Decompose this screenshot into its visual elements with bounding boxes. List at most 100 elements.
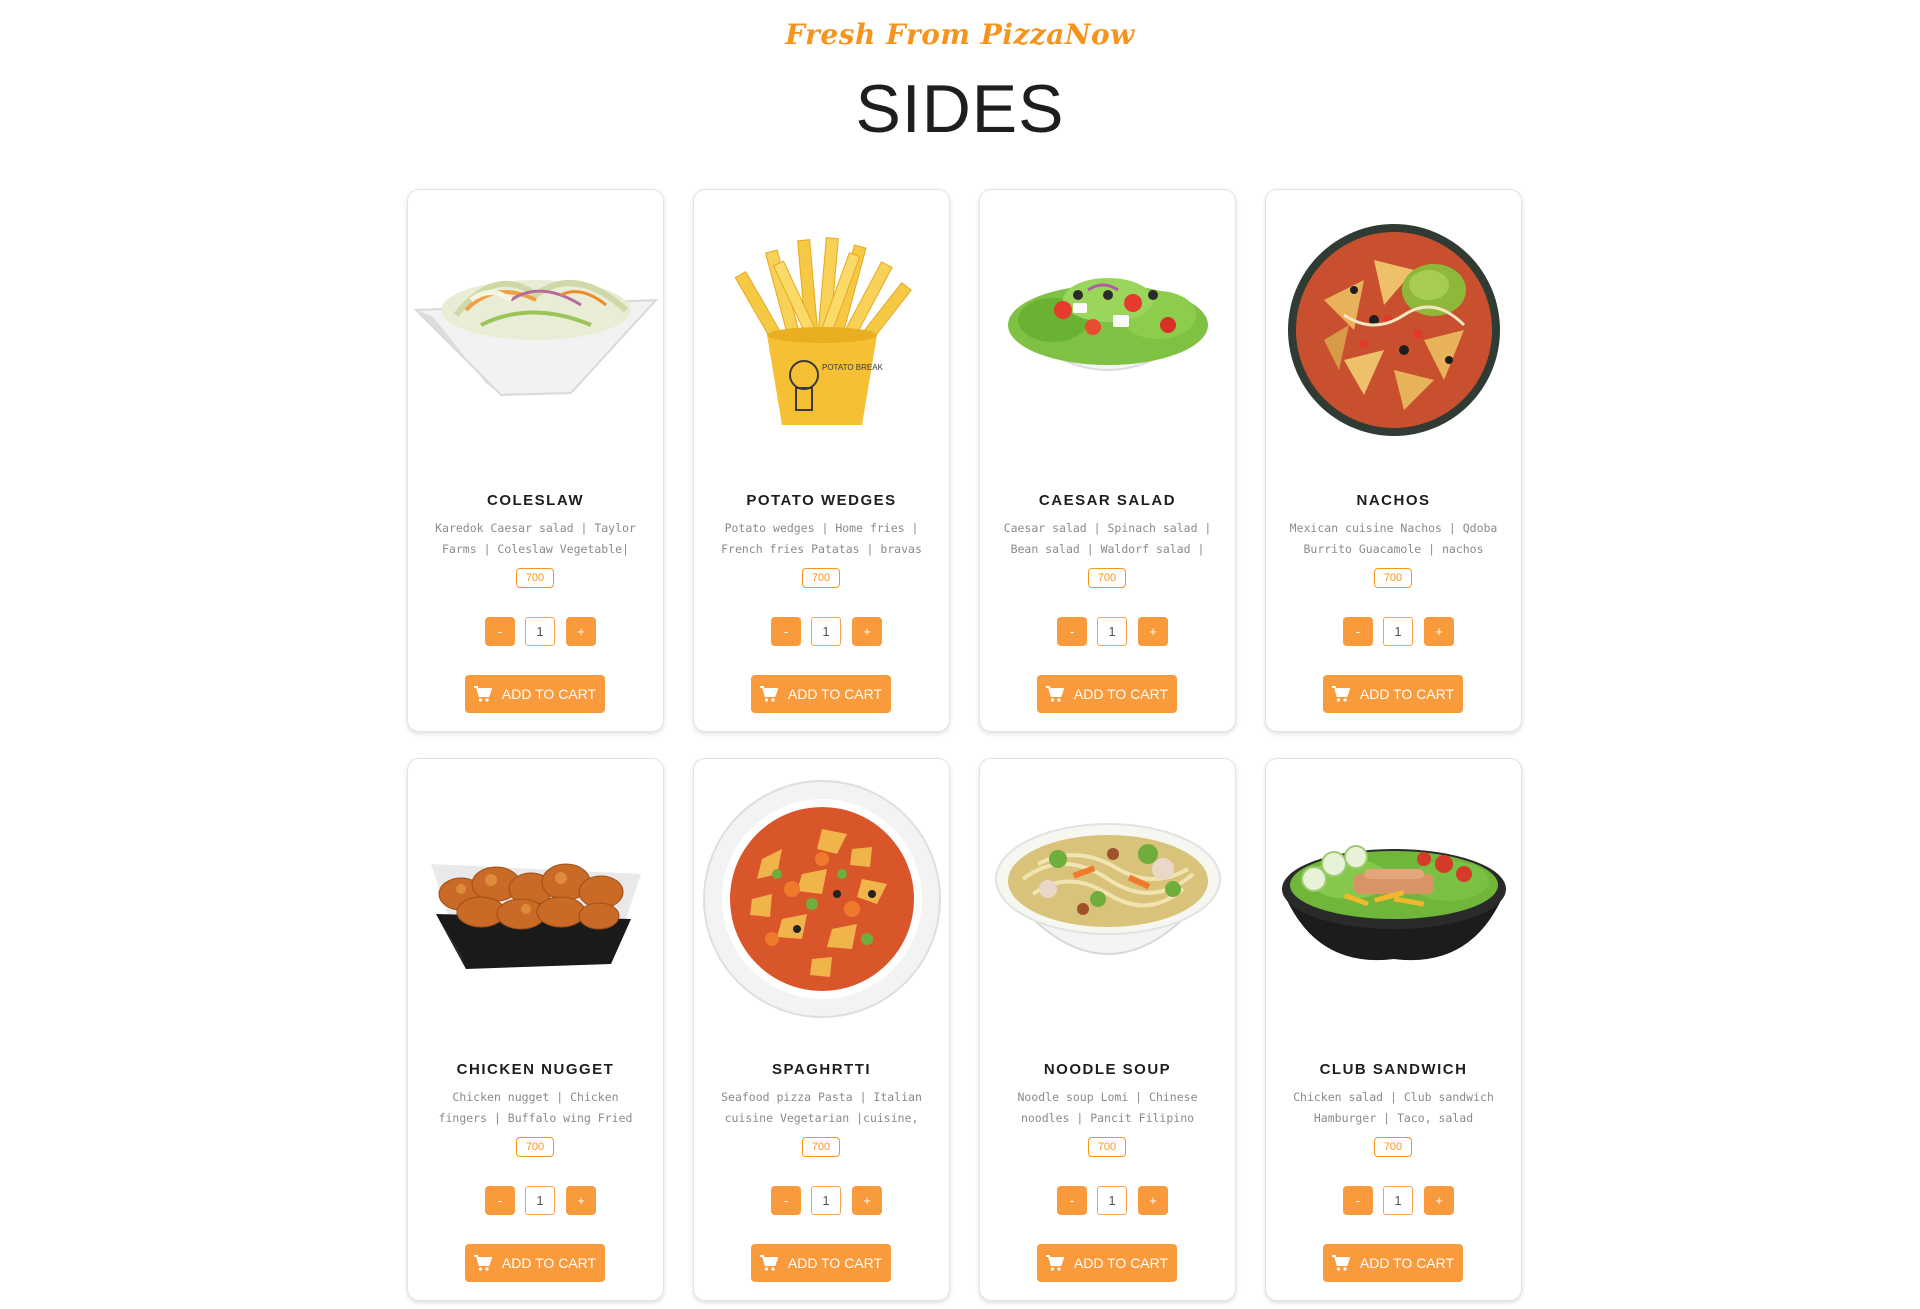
decrease-quantity-button[interactable]: - bbox=[771, 1186, 801, 1215]
page-title: SIDES bbox=[855, 71, 1065, 147]
add-to-cart-button[interactable]: ADD TO CART bbox=[1323, 1244, 1463, 1282]
add-to-cart-button[interactable]: ADD TO CART bbox=[465, 675, 605, 713]
increase-quantity-button[interactable]: + bbox=[1138, 1186, 1168, 1215]
price-badge: 700 bbox=[1088, 568, 1126, 588]
product-name: POTATO WEDGES bbox=[746, 492, 897, 509]
increase-quantity-button[interactable]: + bbox=[1424, 617, 1454, 646]
quantity-stepper: - + bbox=[771, 1186, 883, 1215]
add-to-cart-label: ADD TO CART bbox=[787, 1255, 883, 1271]
product-description: Caesar salad | Spinach salad | Bean sala… bbox=[1003, 521, 1212, 556]
price-badge: 700 bbox=[516, 1137, 554, 1157]
cart-icon bbox=[473, 1255, 492, 1271]
decrease-quantity-button[interactable]: - bbox=[1343, 1186, 1373, 1215]
quantity-input[interactable] bbox=[1383, 1186, 1413, 1215]
increase-quantity-button[interactable]: + bbox=[852, 617, 882, 646]
product-description: Potato wedges | Home fries | French frie… bbox=[721, 521, 922, 556]
caesar-salad-image bbox=[980, 200, 1235, 460]
quantity-stepper: - + bbox=[1057, 617, 1169, 646]
quantity-stepper: - + bbox=[1343, 1186, 1455, 1215]
cart-icon bbox=[1045, 686, 1064, 702]
club-sandwich-image bbox=[1266, 769, 1521, 1029]
svg-text:POTATO BREAK: POTATO BREAK bbox=[822, 363, 884, 372]
product-name: CHICKEN NUGGET bbox=[456, 1061, 615, 1078]
quantity-stepper: - + bbox=[485, 1186, 597, 1215]
cart-icon bbox=[473, 686, 492, 702]
product-card: NOODLE SOUP Noodle soup Lomi | Chinese n… bbox=[979, 758, 1236, 1301]
add-to-cart-label: ADD TO CART bbox=[1073, 1255, 1169, 1271]
price-badge: 700 bbox=[1088, 1137, 1126, 1157]
quantity-input[interactable] bbox=[811, 617, 841, 646]
quantity-input[interactable] bbox=[525, 617, 555, 646]
increase-quantity-button[interactable]: + bbox=[852, 1186, 882, 1215]
quantity-input[interactable] bbox=[1097, 1186, 1127, 1215]
add-to-cart-label: ADD TO CART bbox=[1359, 1255, 1455, 1271]
product-card: SPAGHRTTI Seafood pizza Pasta | Italian … bbox=[693, 758, 950, 1301]
product-description: Karedok Caesar salad | Taylor Farms | Co… bbox=[435, 521, 636, 556]
add-to-cart-button[interactable]: ADD TO CART bbox=[1323, 675, 1463, 713]
add-to-cart-label: ADD TO CART bbox=[501, 686, 597, 702]
increase-quantity-button[interactable]: + bbox=[566, 1186, 596, 1215]
increase-quantity-button[interactable]: + bbox=[1424, 1186, 1454, 1215]
sides-page: Fresh From PizzaNow SIDES COLESLAW Kared bbox=[0, 0, 1920, 1309]
decrease-quantity-button[interactable]: - bbox=[1057, 617, 1087, 646]
product-description: Seafood pizza Pasta | Italian cuisine Ve… bbox=[721, 1090, 922, 1125]
cart-icon bbox=[1331, 1255, 1350, 1271]
product-card: CHICKEN NUGGET Chicken nugget | Chicken … bbox=[407, 758, 664, 1301]
quantity-input[interactable] bbox=[525, 1186, 555, 1215]
add-to-cart-button[interactable]: ADD TO CART bbox=[1037, 1244, 1177, 1282]
quantity-stepper: - + bbox=[1343, 617, 1455, 646]
product-description: Noodle soup Lomi | Chinese noodles | Pan… bbox=[1017, 1090, 1198, 1125]
add-to-cart-label: ADD TO CART bbox=[787, 686, 883, 702]
noodle-soup-image bbox=[980, 769, 1235, 1029]
cart-icon bbox=[1331, 686, 1350, 702]
add-to-cart-button[interactable]: ADD TO CART bbox=[465, 1244, 605, 1282]
quantity-input[interactable] bbox=[1097, 617, 1127, 646]
quantity-stepper: - + bbox=[1057, 1186, 1169, 1215]
product-name: NOODLE SOUP bbox=[1043, 1061, 1172, 1078]
add-to-cart-button[interactable]: ADD TO CART bbox=[1037, 675, 1177, 713]
add-to-cart-label: ADD TO CART bbox=[1359, 686, 1455, 702]
product-card: COLESLAW Karedok Caesar salad | Taylor F… bbox=[407, 189, 664, 732]
decrease-quantity-button[interactable]: - bbox=[1057, 1186, 1087, 1215]
decrease-quantity-button[interactable]: - bbox=[771, 617, 801, 646]
product-card: NACHOS Mexican cuisine Nachos | Qdoba Bu… bbox=[1265, 189, 1522, 732]
potato-wedges-image: POTATO BREAK bbox=[694, 200, 949, 460]
decrease-quantity-button[interactable]: - bbox=[485, 1186, 515, 1215]
product-description: Mexican cuisine Nachos | Qdoba Burrito G… bbox=[1289, 521, 1498, 556]
cart-icon bbox=[1045, 1255, 1064, 1271]
coleslaw-image bbox=[408, 200, 663, 460]
product-name: NACHOS bbox=[1356, 492, 1431, 509]
quantity-stepper: - + bbox=[771, 617, 883, 646]
product-card: CLUB SANDWICH Chicken salad | Club sandw… bbox=[1265, 758, 1522, 1301]
quantity-input[interactable] bbox=[811, 1186, 841, 1215]
add-to-cart-button[interactable]: ADD TO CART bbox=[751, 1244, 891, 1282]
price-badge: 700 bbox=[802, 568, 840, 588]
chicken-nugget-image bbox=[408, 769, 663, 1029]
quantity-input[interactable] bbox=[1383, 617, 1413, 646]
price-badge: 700 bbox=[1374, 568, 1412, 588]
cart-icon bbox=[759, 686, 778, 702]
quantity-stepper: - + bbox=[485, 617, 597, 646]
product-card: POTATO BREAK POTATO WEDGES Potato wedges… bbox=[693, 189, 950, 732]
product-card: CAESAR SALAD Caesar salad | Spinach sala… bbox=[979, 189, 1236, 732]
increase-quantity-button[interactable]: + bbox=[566, 617, 596, 646]
product-name: SPAGHRTTI bbox=[771, 1061, 872, 1078]
nachos-image bbox=[1266, 200, 1521, 460]
cart-icon bbox=[759, 1255, 778, 1271]
price-badge: 700 bbox=[516, 568, 554, 588]
product-name: CAESAR SALAD bbox=[1038, 492, 1177, 509]
decrease-quantity-button[interactable]: - bbox=[485, 617, 515, 646]
spaghetti-image bbox=[694, 769, 949, 1029]
product-description: Chicken nugget | Chicken fingers | Buffa… bbox=[438, 1090, 633, 1125]
product-grid: COLESLAW Karedok Caesar salad | Taylor F… bbox=[407, 189, 1522, 1301]
tagline: Fresh From PizzaNow bbox=[785, 18, 1135, 51]
add-to-cart-button[interactable]: ADD TO CART bbox=[751, 675, 891, 713]
increase-quantity-button[interactable]: + bbox=[1138, 617, 1168, 646]
product-name: CLUB SANDWICH bbox=[1319, 1061, 1468, 1078]
price-badge: 700 bbox=[1374, 1137, 1412, 1157]
decrease-quantity-button[interactable]: - bbox=[1343, 617, 1373, 646]
price-badge: 700 bbox=[802, 1137, 840, 1157]
add-to-cart-label: ADD TO CART bbox=[501, 1255, 597, 1271]
product-description: Chicken salad | Club sandwich Hamburger … bbox=[1293, 1090, 1494, 1125]
product-name: COLESLAW bbox=[487, 492, 584, 509]
